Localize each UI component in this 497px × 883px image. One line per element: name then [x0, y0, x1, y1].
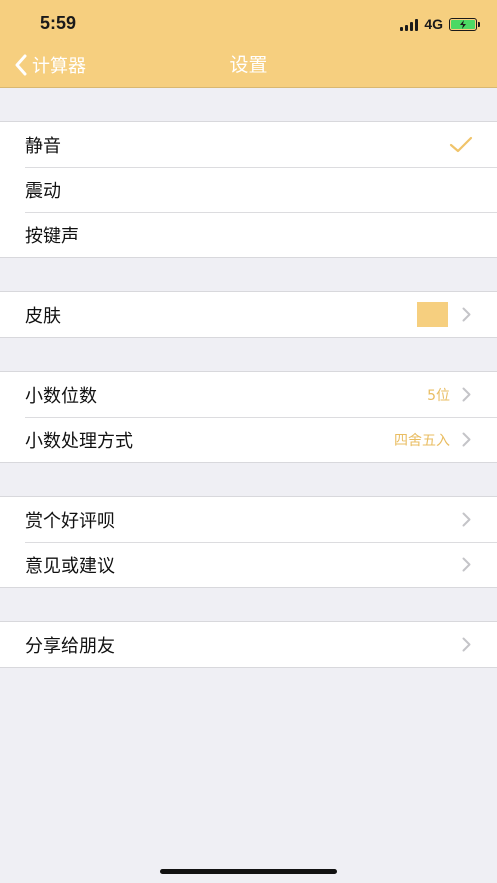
- charging-bolt-icon: [460, 19, 466, 29]
- network-type: 4G: [424, 16, 443, 32]
- sound-settings-group: 静音 震动 按键声: [0, 121, 497, 258]
- rounding-mode-value: 四舍五入: [394, 432, 450, 449]
- checkmark-icon: [449, 136, 473, 154]
- skin-color-swatch: [417, 302, 448, 327]
- decimal-settings-group: 小数位数 5位 小数处理方式 四舍五入: [0, 371, 497, 463]
- chevron-left-icon: [15, 54, 27, 76]
- mute-label: 静音: [25, 135, 61, 157]
- home-indicator[interactable]: [160, 869, 337, 874]
- key-sound-option[interactable]: 按键声: [0, 212, 497, 257]
- suggestions-row[interactable]: 意见或建议: [0, 542, 497, 587]
- battery-icon: [449, 17, 480, 31]
- mute-option[interactable]: 静音: [0, 122, 497, 167]
- decimal-places-row[interactable]: 小数位数 5位: [0, 372, 497, 417]
- chevron-right-icon: [462, 557, 471, 572]
- feedback-group: 赏个好评呗 意见或建议: [0, 496, 497, 588]
- chevron-right-icon: [462, 307, 471, 322]
- skin-row[interactable]: 皮肤: [0, 292, 497, 337]
- chevron-right-icon: [462, 387, 471, 402]
- vibrate-option[interactable]: 震动: [0, 167, 497, 212]
- skin-label: 皮肤: [25, 305, 61, 327]
- chevron-right-icon: [462, 432, 471, 447]
- header-bar: 5:59 4G 设置 计算器: [0, 0, 497, 88]
- share-group: 分享给朋友: [0, 621, 497, 668]
- share-label: 分享给朋友: [25, 635, 115, 657]
- vibrate-label: 震动: [25, 180, 61, 202]
- chevron-right-icon: [462, 512, 471, 527]
- chevron-right-icon: [462, 637, 471, 652]
- rounding-mode-label: 小数处理方式: [25, 430, 133, 452]
- status-indicators: 4G: [400, 15, 480, 33]
- skin-group: 皮肤: [0, 291, 497, 338]
- rate-app-row[interactable]: 赏个好评呗: [0, 497, 497, 542]
- status-time: 5:59: [40, 13, 77, 33]
- rate-app-label: 赏个好评呗: [25, 510, 115, 532]
- decimal-places-label: 小数位数: [25, 385, 97, 407]
- key-sound-label: 按键声: [25, 225, 79, 247]
- signal-icon: [400, 18, 419, 31]
- back-button[interactable]: 计算器: [14, 52, 86, 78]
- decimal-places-value: 5位: [427, 387, 450, 404]
- suggestions-label: 意见或建议: [25, 555, 115, 577]
- back-label: 计算器: [32, 56, 86, 77]
- share-row[interactable]: 分享给朋友: [0, 622, 497, 667]
- rounding-mode-row[interactable]: 小数处理方式 四舍五入: [0, 417, 497, 462]
